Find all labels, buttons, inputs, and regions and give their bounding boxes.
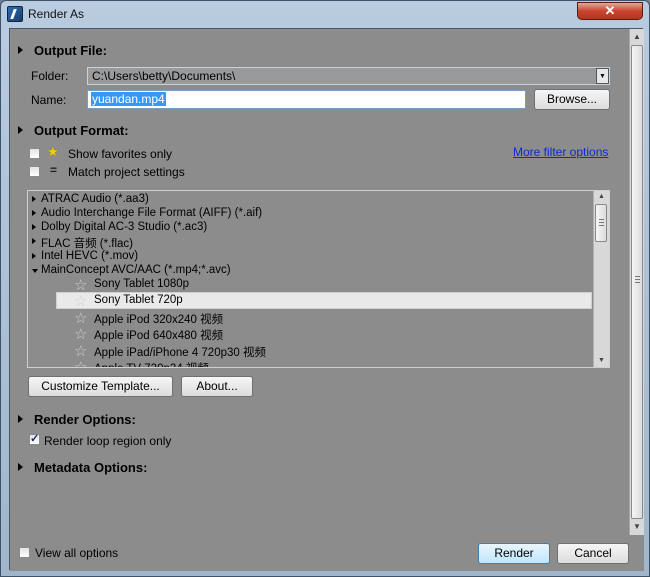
grip-line <box>599 219 604 220</box>
show-favorites-label[interactable]: Show favorites only <box>68 147 172 161</box>
name-input[interactable]: yuandan.mp4 <box>87 90 526 109</box>
render-button[interactable]: Render <box>478 543 550 564</box>
format-row[interactable]: Audio Interchange File Format (AIFF) (*.… <box>32 207 572 221</box>
template-row[interactable]: ☆ Apple iPod 640x480 视频 <box>74 325 574 343</box>
render-as-dialog: Render As ✕ Output File: Folder: C:\User… <box>0 0 650 577</box>
folder-dropdown-button[interactable]: ▼ <box>596 68 609 84</box>
template-label: Apple iPad/iPhone 4 720p30 视频 <box>94 347 266 359</box>
star-outline-icon[interactable]: ☆ <box>74 325 87 343</box>
grip-line <box>635 279 640 280</box>
scroll-down-icon[interactable]: ▼ <box>630 520 644 534</box>
template-label: Apple iPod 320x240 视频 <box>94 314 224 326</box>
format-label: Intel HEVC (*.mov) <box>41 250 139 262</box>
scroll-up-icon[interactable]: ▲ <box>594 191 609 203</box>
chevron-down-icon: ▼ <box>599 73 606 80</box>
folder-combobox[interactable]: C:\Users\betty\Documents\ <box>87 67 610 85</box>
format-row-expanded[interactable]: MainConcept AVC/AAC (*.mp4;*.avc) <box>32 264 572 278</box>
format-list-scroll-thumb[interactable] <box>595 204 607 242</box>
dialog-footer: View all options Render Cancel <box>10 535 644 571</box>
close-button[interactable]: ✕ <box>577 2 643 20</box>
star-outline-icon[interactable]: ☆ <box>74 358 87 367</box>
render-loop-region-checkbox[interactable] <box>29 432 40 445</box>
template-label: Apple iPod 640x480 视频 <box>94 330 224 342</box>
render-options-expand-icon[interactable] <box>18 415 23 423</box>
format-row[interactable]: FLAC 音频 (*.flac) <box>32 235 572 250</box>
format-label: Audio Interchange File Format (AIFF) (*.… <box>41 207 263 219</box>
format-tree-content: ATRAC Audio (*.aa3) Audio Interchange Fi… <box>28 191 593 367</box>
template-row-selected[interactable]: ☆ Sony Tablet 720p <box>74 292 574 310</box>
template-row[interactable]: ☆ Apple iPod 320x240 视频 <box>74 310 574 327</box>
scroll-up-icon[interactable]: ▲ <box>630 30 644 44</box>
expand-arrow-icon[interactable] <box>32 196 36 202</box>
format-label: FLAC 音频 (*.flac) <box>41 238 134 250</box>
title-bar[interactable]: Render As ✕ <box>1 1 649 27</box>
expand-arrow-icon[interactable] <box>32 238 36 244</box>
format-row[interactable]: Dolby Digital AC-3 Studio (*.ac3) <box>32 221 572 235</box>
expand-arrow-icon[interactable] <box>32 210 36 216</box>
format-tree-list[interactable]: ATRAC Audio (*.aa3) Audio Interchange Fi… <box>27 190 610 368</box>
view-all-options-label[interactable]: View all options <box>35 546 118 560</box>
output-file-heading[interactable]: Output File: <box>34 43 107 58</box>
output-format-heading[interactable]: Output Format: <box>34 123 129 138</box>
scroll-down-icon[interactable]: ▼ <box>594 355 609 367</box>
name-label: Name: <box>31 93 67 107</box>
render-loop-region-label[interactable]: Render loop region only <box>44 434 171 448</box>
template-row[interactable]: ☆ Apple iPad/iPhone 4 720p30 视频 <box>74 343 574 360</box>
customize-template-button[interactable]: Customize Template... <box>28 376 173 397</box>
grip-line <box>635 282 640 283</box>
view-all-options-checkbox[interactable] <box>19 547 30 558</box>
options-scroll-thumb[interactable] <box>631 45 643 519</box>
options-scrollbar[interactable]: ▲ ▼ <box>629 29 644 535</box>
match-project-checkbox[interactable] <box>29 166 40 177</box>
vegas-app-icon <box>7 6 23 22</box>
favorite-star-icon: ★ <box>47 144 59 159</box>
metadata-options-expand-icon[interactable] <box>18 463 23 471</box>
grip-line <box>599 222 604 223</box>
output-file-expand-icon[interactable] <box>18 46 23 54</box>
cancel-button[interactable]: Cancel <box>557 543 629 564</box>
template-row[interactable]: ☆ Sony Tablet 1080p <box>74 277 574 294</box>
format-label: ATRAC Audio (*.aa3) <box>41 193 149 205</box>
template-label: Sony Tablet 720p <box>94 294 183 306</box>
metadata-options-heading[interactable]: Metadata Options: <box>34 460 147 475</box>
template-label: Apple TV 720p24 视频 <box>94 360 209 367</box>
template-row[interactable]: ☆ Apple TV 720p24 视频 <box>74 358 574 367</box>
format-label: Dolby Digital AC-3 Studio (*.ac3) <box>41 221 208 233</box>
browse-button[interactable]: Browse... <box>534 89 610 110</box>
show-favorites-checkbox[interactable] <box>29 148 40 159</box>
equals-icon: = <box>50 163 58 177</box>
format-row[interactable]: ATRAC Audio (*.aa3) <box>32 193 572 207</box>
grip-line <box>599 225 604 226</box>
about-button[interactable]: About... <box>181 376 253 397</box>
output-format-expand-icon[interactable] <box>18 126 23 134</box>
grip-line <box>635 276 640 277</box>
collapse-arrow-icon[interactable] <box>32 269 38 273</box>
options-scroll-area: Output File: Folder: C:\Users\betty\Docu… <box>10 29 644 535</box>
folder-label: Folder: <box>31 69 69 83</box>
render-options-heading[interactable]: Render Options: <box>34 412 136 427</box>
folder-value: C:\Users\betty\Documents\ <box>92 69 236 83</box>
expand-arrow-icon[interactable] <box>32 224 36 230</box>
template-label: Sony Tablet 1080p <box>94 278 190 290</box>
star-outline-icon[interactable]: ☆ <box>74 292 87 310</box>
expand-arrow-icon[interactable] <box>32 253 36 259</box>
more-filter-options-link[interactable]: More filter options <box>513 145 608 159</box>
dialog-client-area: Output File: Folder: C:\Users\betty\Docu… <box>9 28 644 571</box>
match-project-label[interactable]: Match project settings <box>68 165 185 179</box>
format-list-scrollbar[interactable]: ▲ ▼ <box>593 191 609 367</box>
format-label: MainConcept AVC/AAC (*.mp4;*.avc) <box>41 264 231 276</box>
format-row[interactable]: Intel HEVC (*.mov) <box>32 250 572 264</box>
name-value: yuandan.mp4 <box>91 92 166 106</box>
window-title: Render As <box>28 7 85 21</box>
